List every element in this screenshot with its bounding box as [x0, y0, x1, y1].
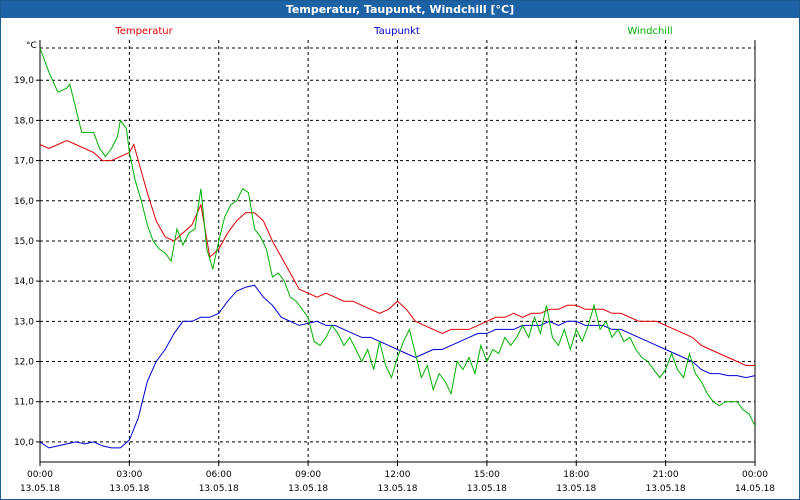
- x-tick-date: 13.05.18: [467, 484, 507, 494]
- x-tick-time: 12:00: [385, 470, 411, 480]
- x-tick-date: 13.05.18: [646, 484, 686, 494]
- x-tick-time: 06:00: [206, 470, 232, 480]
- legend-label-windchill: Windchill: [627, 26, 672, 37]
- x-tick-date: 13.05.18: [556, 484, 596, 494]
- x-tick-time: 00:00: [742, 470, 768, 480]
- y-tick-label: 12,0: [14, 358, 34, 368]
- y-tick-label: 13,0: [14, 317, 34, 327]
- legend-label-temperatur: Temperatur: [114, 26, 173, 37]
- x-tick-time: 00:00: [27, 470, 53, 480]
- y-tick-label: 15,0: [14, 237, 34, 247]
- x-tick-time: 21:00: [653, 470, 679, 480]
- x-tick-time: 18:00: [563, 470, 589, 480]
- y-tick-label: 16,0: [14, 197, 34, 207]
- x-tick-date: 13.05.18: [199, 484, 239, 494]
- x-tick-date: 13.05.18: [109, 484, 149, 494]
- grid: [40, 40, 755, 462]
- y-tick-label: 10,0: [14, 438, 34, 448]
- legend-label-taupunkt: Taupunkt: [373, 26, 420, 37]
- y-tick-label: 17,0: [14, 157, 34, 167]
- x-tick-time: 03:00: [116, 470, 142, 480]
- y-tick-label: 19,0: [14, 76, 34, 86]
- x-tick-date: 13.05.18: [20, 484, 60, 494]
- y-axis-unit-label: °C: [26, 41, 37, 51]
- x-tick-date: 13.05.18: [288, 484, 328, 494]
- chart-canvas: 10,0 11,0 12,0 13,0 14,0 15,0 16,0 17,0 18,0 19,0…: [14, 26, 775, 494]
- y-tick-label: 18,0: [14, 116, 34, 126]
- x-tick-time: 09:00: [295, 470, 321, 480]
- x-tick-time: 15:00: [474, 470, 500, 480]
- y-tick-label: 14,0: [14, 277, 34, 287]
- legend: Temperatur Taupunkt Windchill: [114, 26, 672, 37]
- x-tick-date: 14.05.18: [735, 484, 775, 494]
- y-tick-label: 11,0: [14, 398, 34, 408]
- x-tick-date: 13.05.18: [377, 484, 417, 494]
